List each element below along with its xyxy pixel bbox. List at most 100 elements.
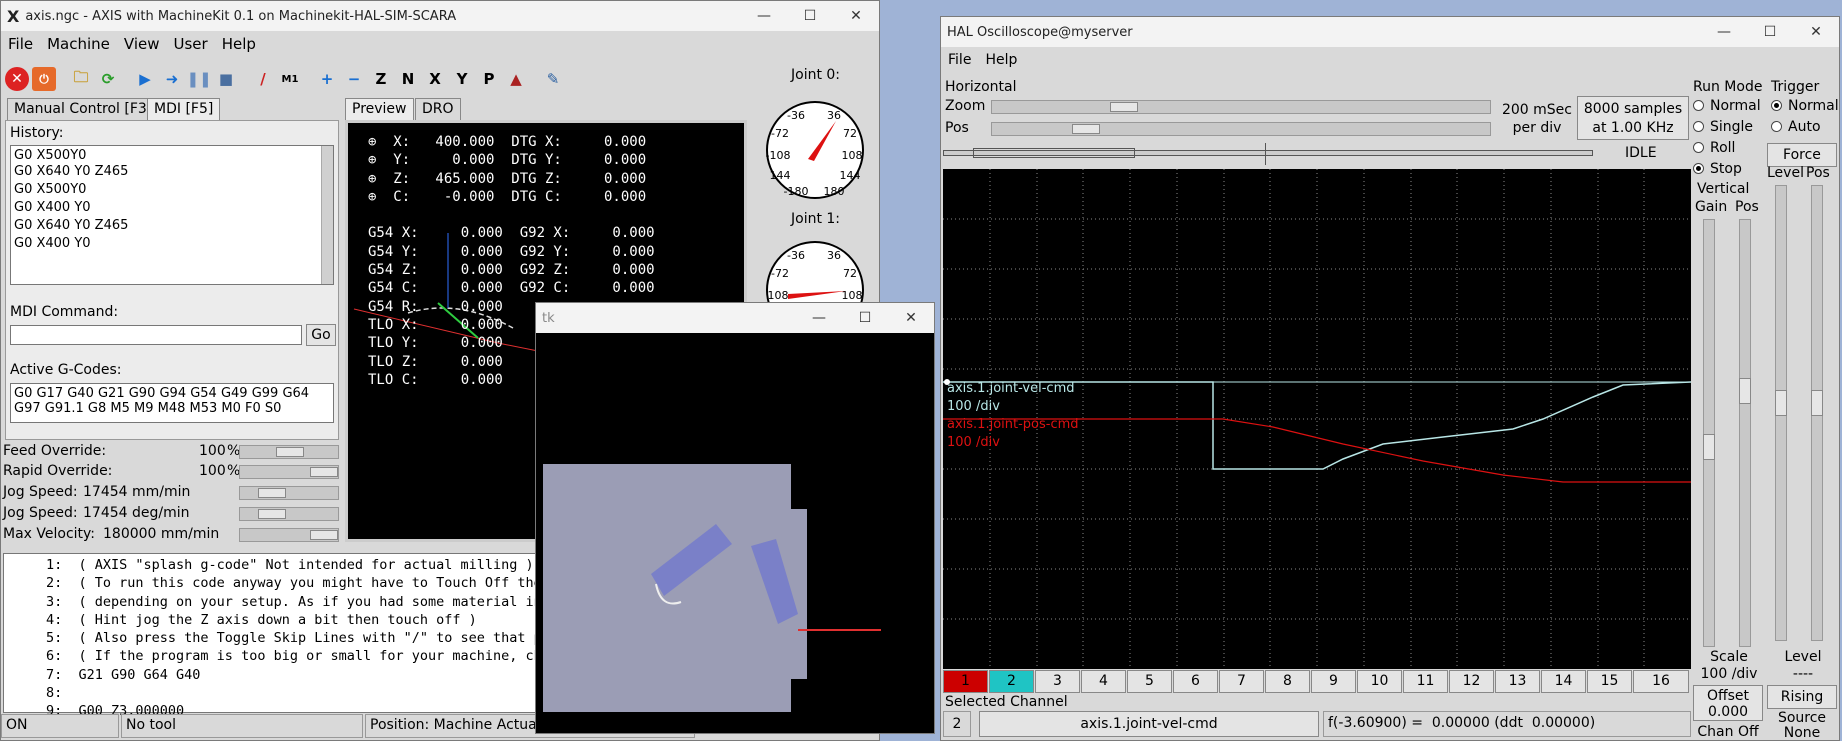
minimize-icon[interactable]: — [741,1,787,31]
radio-label: Normal [1710,98,1761,114]
open-file-icon[interactable]: 🗀 [69,67,93,91]
rising-button[interactable]: Rising [1767,685,1837,709]
scara-3d-view[interactable] [536,334,934,734]
close-icon[interactable]: ✕ [1793,17,1839,47]
channel-button-16[interactable]: 16 [1633,670,1689,693]
run-icon[interactable]: ▶ [133,67,157,91]
force-button[interactable]: Force [1767,143,1837,167]
pause-icon[interactable]: ❚❚ [186,67,211,91]
vertical-pos-slider[interactable] [1739,219,1751,647]
radio-icon [1771,121,1782,132]
trigger-level-label: Level [1767,165,1804,181]
scope-display[interactable]: axis.1.joint-vel-cmd 100 /div axis.1.joi… [943,169,1691,669]
rapid-override-slider[interactable] [239,465,339,479]
record-bar: IDLE [941,143,1691,165]
menu-file[interactable]: File [941,52,978,68]
history-scrollbar[interactable] [321,146,333,284]
list-item[interactable]: G0 X500Y0 [11,146,333,164]
menu-help[interactable]: Help [215,35,263,53]
menu-help[interactable]: Help [978,52,1024,68]
zoom-out-icon[interactable]: − [342,67,366,91]
offset-button[interactable]: Offset 0.000 [1693,685,1763,721]
channel-button-10[interactable]: 10 [1357,670,1402,693]
run-mode-normal[interactable]: Normal [1693,98,1765,119]
source-button[interactable]: Source None [1767,711,1837,741]
pos-slider[interactable] [991,122,1491,136]
menu-machine[interactable]: Machine [40,35,117,53]
close-icon[interactable]: ✕ [833,1,879,31]
jog-angular-slider[interactable] [239,507,339,521]
channel-button-9[interactable]: 9 [1311,670,1356,693]
block-delete-icon[interactable]: / [251,67,275,91]
channel-button-6[interactable]: 6 [1173,670,1218,693]
channel-button-13[interactable]: 13 [1495,670,1540,693]
channel-button-4[interactable]: 4 [1081,670,1126,693]
minimize-icon[interactable]: — [796,303,842,333]
rate-line: 200 mSec [1501,102,1572,118]
trigger-mode-normal[interactable]: Normal [1767,98,1839,119]
view-z2-icon[interactable]: N [396,67,420,91]
tab-mdi[interactable]: MDI [F5] [147,98,221,120]
gain-slider[interactable] [1703,219,1715,647]
channel-button-1[interactable]: 1 [943,670,988,693]
optional-stop-icon[interactable]: M1 [278,67,302,91]
channel-button-7[interactable]: 7 [1219,670,1264,693]
step-icon[interactable]: ➜ [160,67,184,91]
list-item[interactable]: G0 X400 Y0 [11,236,333,254]
clear-plot-icon[interactable]: ✎ [541,67,565,91]
channel-button-5[interactable]: 5 [1127,670,1172,693]
list-item[interactable]: G0 X500Y0 [11,182,333,200]
history-list[interactable]: G0 X500Y0 G0 X640 Y0 Z465 G0 X500Y0 G0 X… [10,145,334,285]
rotate-icon[interactable]: ▲ [504,67,528,91]
mdi-command-input[interactable] [10,325,302,345]
max-velocity-slider[interactable] [239,528,339,542]
maximize-icon[interactable]: ☐ [1747,17,1793,47]
channel-button-12[interactable]: 12 [1449,670,1494,693]
tab-preview[interactable]: Preview [345,98,414,120]
channel-button-11[interactable]: 11 [1403,670,1448,693]
run-mode-single[interactable]: Single [1693,119,1765,140]
tab-manual-control[interactable]: Manual Control [F3] [7,98,160,120]
view-p-icon[interactable]: P [477,67,501,91]
feed-override-slider[interactable] [239,445,339,459]
stop-icon[interactable]: ■ [214,67,238,91]
view-x-icon[interactable]: X [423,67,447,91]
list-item[interactable]: G0 X640 Y0 Z465 [11,218,333,236]
menu-view[interactable]: View [117,35,167,53]
run-mode-roll[interactable]: Roll [1693,140,1765,161]
menu-file[interactable]: File [1,35,40,53]
channel-button-3[interactable]: 3 [1035,670,1080,693]
zoom-slider[interactable] [991,100,1491,114]
view-y-icon[interactable]: Y [450,67,474,91]
channel-button-15[interactable]: 15 [1587,670,1632,693]
channel-button-8[interactable]: 8 [1265,670,1310,693]
jog-speed-slider[interactable] [239,486,339,500]
reload-icon[interactable]: ⟳ [96,67,120,91]
zoom-in-icon[interactable]: + [315,67,339,91]
menu-user[interactable]: User [167,35,215,53]
power-icon[interactable]: ⏻ [32,67,56,91]
samples-button[interactable]: 8000 samples at 1.00 KHz [1577,96,1689,140]
chan-off-button[interactable]: Chan Off [1693,723,1763,740]
selected-channel-source-button[interactable]: axis.1.joint-vel-cmd [979,711,1319,737]
radio-icon [1693,121,1704,132]
scope-titlebar: HAL Oscilloscope@myserver — ☐ ✕ [941,17,1839,47]
close-icon[interactable]: ✕ [888,303,934,333]
trigger-pos-slider[interactable] [1811,185,1823,641]
trigger-level-slider[interactable] [1775,185,1787,641]
dro-line: ⊕ Z: 465.000 DTG Z: 0.000 [368,170,647,187]
trigger-mode-auto[interactable]: Auto [1767,119,1839,140]
run-mode-stop[interactable]: Stop [1693,161,1765,182]
list-item[interactable]: G0 X400 Y0 [11,200,333,218]
list-item[interactable]: G0 X640 Y0 Z465 [11,164,333,182]
channel-button-14[interactable]: 14 [1541,670,1586,693]
tk-window: tk — ☐ ✕ [535,302,935,734]
channel-button-2[interactable]: 2 [989,670,1034,693]
tab-dro[interactable]: DRO [415,98,461,120]
view-z-icon[interactable]: Z [369,67,393,91]
maximize-icon[interactable]: ☐ [787,1,833,31]
maximize-icon[interactable]: ☐ [842,303,888,333]
go-button[interactable]: Go [306,324,336,346]
minimize-icon[interactable]: — [1701,17,1747,47]
estop-icon[interactable]: ✕ [5,67,29,91]
